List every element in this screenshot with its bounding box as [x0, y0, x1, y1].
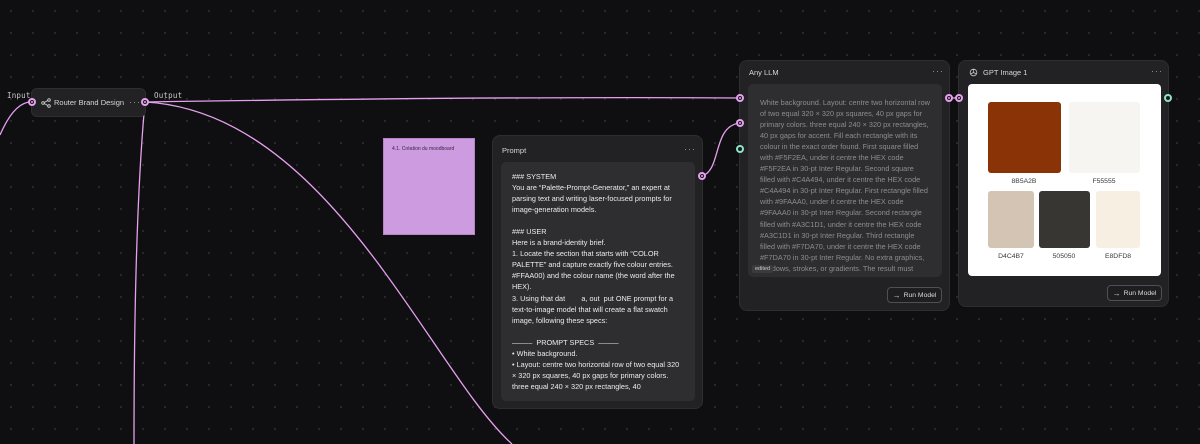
llm-input-port-2[interactable] [736, 119, 744, 127]
prompt-textarea[interactable]: ### SYSTEM You are “Palette-Prompt-Gener… [501, 162, 695, 401]
image-node-title: GPT Image 1 [983, 68, 1028, 77]
wire-router-to-llm [144, 96, 741, 103]
output-port-label: Output [154, 91, 183, 100]
llm-node-title: Any LLM [749, 68, 779, 77]
wire-router-down-left [133, 101, 146, 444]
swatch-1 [988, 102, 1061, 173]
prompt-text: ### SYSTEM You are “Palette-Prompt-Gener… [512, 172, 680, 391]
input-port-label: Input [7, 91, 31, 100]
llm-node-menu-icon[interactable]: ··· [932, 67, 944, 76]
image-node-menu-icon[interactable]: ··· [1151, 67, 1163, 76]
generated-image[interactable]: 8B5A2B F55555 D4C4B7 505050 E8DFD8 [968, 84, 1161, 276]
image-run-model-button[interactable]: → Run Model [1107, 285, 1162, 301]
router-output-port[interactable] [141, 98, 149, 106]
image-node[interactable]: GPT Image 1 ··· 8B5A2B F55555 D4C4B7 505… [958, 60, 1169, 307]
llm-run-model-button[interactable]: → Run Model [887, 287, 942, 303]
swatch-2-label: F55555 [1092, 178, 1116, 185]
llm-output-textarea[interactable]: White background. Layout: centre two hor… [748, 84, 942, 277]
sticky-note-text: 4.1. Création du moodboard [392, 146, 455, 152]
arrow-right-icon: → [892, 290, 901, 300]
prompt-node-title: Prompt [502, 146, 527, 155]
llm-run-model-label: Run Model [903, 291, 937, 299]
edited-badge: edited [752, 265, 773, 273]
sticky-note[interactable]: 4.1. Création du moodboard [383, 138, 475, 235]
arrow-right-icon: → [1112, 288, 1121, 298]
swatch-3-label: D4C4B7 [998, 253, 1024, 260]
prompt-output-port[interactable] [698, 172, 706, 180]
llm-input-port-1[interactable] [736, 94, 744, 102]
swatch-4-label: 505050 [1052, 253, 1076, 260]
wire-input [0, 101, 32, 136]
swatch-4 [1039, 191, 1090, 248]
router-input-port[interactable] [28, 98, 36, 106]
swatch-5-label: E8DFD8 [1104, 253, 1132, 260]
llm-input-port-3[interactable] [736, 145, 744, 153]
wire-prompt-to-llm [701, 122, 741, 177]
router-node-title: Router Brand Design [54, 98, 125, 107]
swatch-1-label: 8B5A2B [1011, 178, 1037, 185]
prompt-node-menu-icon[interactable]: ··· [684, 145, 696, 154]
prompt-node[interactable]: Prompt ··· ### SYSTEM You are “Palette-P… [492, 135, 703, 409]
llm-output-port[interactable] [945, 94, 953, 102]
llm-output-text: White background. Layout: centre two hor… [760, 98, 930, 273]
router-node-menu-icon[interactable]: ··· [129, 98, 141, 107]
llm-node[interactable]: Any LLM ··· White background. Layout: ce… [739, 60, 950, 311]
router-node[interactable]: Router Brand Design ··· [31, 88, 146, 117]
openai-icon [969, 68, 978, 77]
image-run-model-label: Run Model [1123, 289, 1157, 297]
image-output-port[interactable] [1164, 94, 1172, 102]
swatch-5 [1096, 191, 1140, 248]
router-icon [41, 98, 51, 108]
image-input-port[interactable] [955, 94, 963, 102]
swatch-2 [1069, 102, 1140, 173]
swatch-3 [988, 191, 1034, 248]
